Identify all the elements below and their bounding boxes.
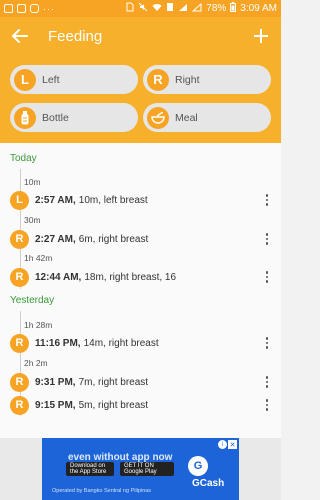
bottle-button-label: Bottle	[42, 111, 69, 124]
instagram-icon	[30, 4, 39, 13]
app-bar: Feeding	[0, 17, 281, 55]
list-item[interactable]: R 9:31 PM, 7m, right breast	[10, 372, 272, 392]
list-item[interactable]: R 12:44 AM, 18m, right breast, 16	[10, 267, 272, 287]
app-store-badge[interactable]: Download on the App Store	[66, 462, 114, 476]
entry-time: 9:15 PM,	[35, 399, 76, 411]
entry-description: 7m, right breast	[78, 376, 149, 388]
right-badge-icon: R	[10, 395, 29, 415]
notification-icon	[4, 4, 13, 13]
signal-icon-2	[191, 2, 202, 15]
sim-icon	[126, 2, 134, 15]
meal-button-label: Meal	[175, 111, 198, 124]
list-item[interactable]: R 11:16 PM, 14m, right breast	[10, 333, 272, 353]
wifi-icon	[152, 3, 162, 15]
bottle-icon	[14, 106, 36, 129]
ad-banner[interactable]: even without app now Download on the App…	[42, 438, 239, 500]
entry-description: 14m, right breast	[83, 337, 159, 349]
status-bar-left: ···	[4, 4, 55, 14]
entry-description: 6m, right breast	[78, 233, 149, 245]
entry-time: 2:57 AM,	[35, 194, 76, 206]
more-notifications: ···	[43, 3, 55, 14]
ad-close-icon[interactable]: ✕	[228, 440, 237, 449]
list-item[interactable]: R 2:27 AM, 6m, right breast	[10, 229, 272, 249]
ad-footer: Operated by Bangko Sentral ng Pilipinas	[52, 488, 152, 494]
status-bar: ··· 78% 3:09 AM	[0, 0, 281, 17]
right-badge-icon: R	[10, 372, 29, 392]
more-vert-icon[interactable]	[262, 268, 272, 286]
entry-description: 18m, right breast, 16	[84, 271, 177, 283]
right-badge-icon: R	[147, 68, 169, 91]
right-badge-icon: R	[10, 267, 29, 287]
right-badge-icon: R	[10, 333, 29, 353]
add-button[interactable]	[251, 26, 271, 46]
more-vert-icon[interactable]	[262, 396, 272, 414]
ad-container: even without app now Download on the App…	[0, 438, 281, 500]
data-icon	[166, 2, 174, 15]
ad-info-icon[interactable]: i	[218, 440, 227, 449]
more-vert-icon[interactable]	[262, 191, 272, 209]
left-badge-icon: L	[14, 68, 36, 91]
arrow-left-icon	[12, 29, 28, 43]
interval-label: 1h 42m	[24, 253, 53, 263]
entry-time: 12:44 AM,	[35, 271, 82, 283]
gcash-logo-icon: G	[188, 456, 208, 476]
meal-button[interactable]: Meal	[143, 103, 271, 132]
left-badge-icon: L	[10, 190, 29, 210]
bowl-icon	[147, 106, 169, 129]
interval-label: 10m	[24, 177, 41, 187]
clock: 3:09 AM	[240, 3, 277, 14]
interval-label: 1h 28m	[24, 320, 53, 330]
bottle-button[interactable]: Bottle	[10, 103, 138, 132]
feeding-actions: L Left R Right Bottle Meal	[0, 55, 281, 143]
list-item[interactable]: L 2:57 AM, 10m, left breast	[10, 190, 272, 210]
entry-time: 9:31 PM,	[35, 376, 76, 388]
more-vert-icon[interactable]	[262, 230, 272, 248]
section-title-today: Today	[10, 153, 37, 164]
signal-icon	[178, 3, 188, 15]
status-bar-right: 78% 3:09 AM	[126, 2, 277, 15]
entry-time: 2:27 AM,	[35, 233, 76, 245]
google-play-badge[interactable]: GET IT ON Google Play	[120, 462, 174, 476]
right-breast-button[interactable]: R Right	[143, 65, 271, 94]
mute-icon	[138, 2, 148, 15]
list-item[interactable]: R 9:15 PM, 5m, right breast	[10, 395, 272, 415]
right-button-label: Right	[175, 73, 200, 86]
entry-description: 10m, left breast	[78, 194, 148, 206]
battery-level: 78%	[206, 3, 227, 14]
back-button[interactable]	[10, 26, 30, 46]
more-vert-icon[interactable]	[262, 334, 272, 352]
entry-description: 5m, right breast	[78, 399, 149, 411]
left-breast-button[interactable]: L Left	[10, 65, 138, 94]
plus-icon	[254, 29, 268, 43]
page-title: Feeding	[48, 27, 103, 45]
image-icon	[17, 4, 26, 13]
section-title-yesterday: Yesterday	[10, 295, 55, 306]
feeding-history[interactable]: Today 10m L 2:57 AM, 10m, left breast 30…	[0, 143, 281, 438]
interval-label: 30m	[24, 215, 41, 225]
ad-brand: GCash	[192, 478, 225, 489]
right-badge-icon: R	[10, 229, 29, 249]
left-button-label: Left	[42, 73, 60, 86]
battery-icon	[230, 2, 237, 15]
more-vert-icon[interactable]	[262, 373, 272, 391]
interval-label: 2h 2m	[24, 358, 48, 368]
entry-time: 11:16 PM,	[35, 337, 81, 349]
